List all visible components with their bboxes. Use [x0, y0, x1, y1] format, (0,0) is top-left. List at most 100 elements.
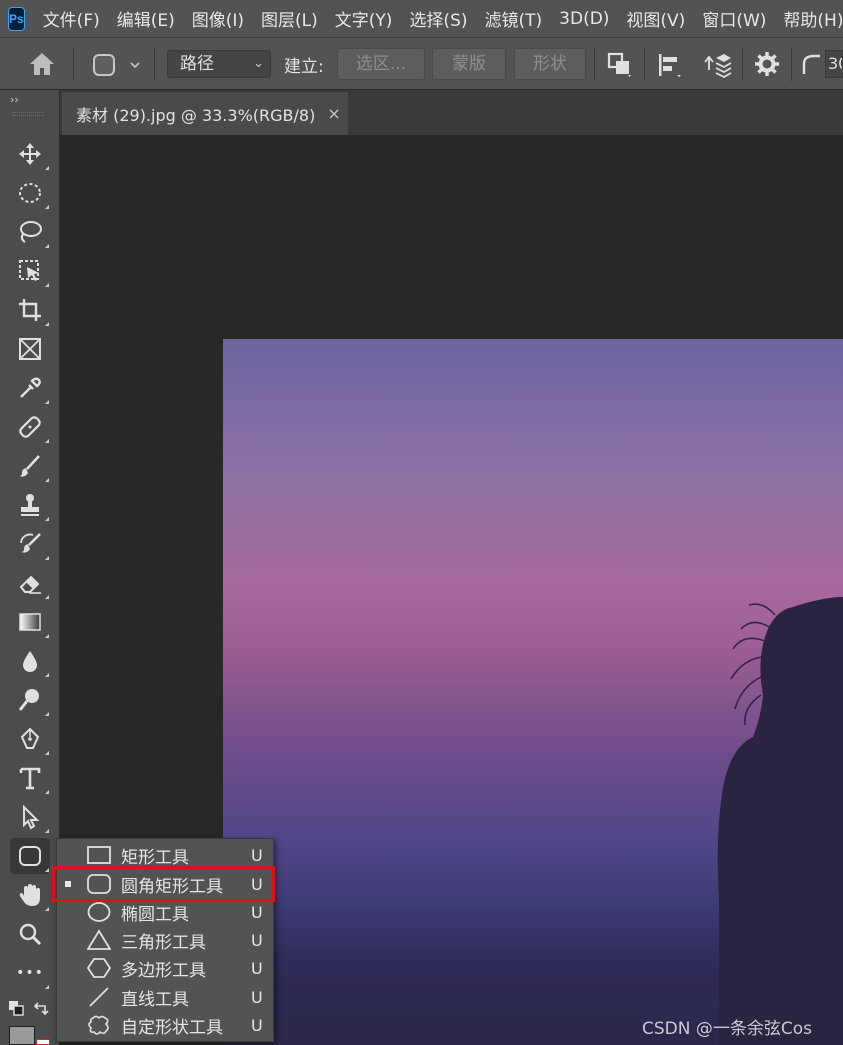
document-tab-bar: 素材 (29).jpg @ 33.3%(RGB/8) ×: [60, 90, 843, 135]
tool-mode-dropdown[interactable]: 路径 ⌄: [167, 50, 271, 78]
menu-type[interactable]: 文字(Y): [335, 6, 393, 31]
flyout-item-shortcut: U: [251, 874, 263, 894]
flyout-item-label: 椭圆工具: [121, 904, 189, 925]
separator: [644, 48, 645, 81]
flyout-item-label: 自定形状工具: [121, 1017, 223, 1038]
document-tab[interactable]: 素材 (29).jpg @ 33.3%(RGB/8) ×: [62, 92, 348, 135]
menu-layer[interactable]: 图层(L): [261, 6, 318, 31]
path-alignment-icon[interactable]: [656, 51, 684, 83]
gear-icon[interactable]: [754, 51, 780, 81]
marquee-icon: [19, 183, 41, 203]
make-label: 建立:: [284, 57, 324, 77]
path-operations-icon[interactable]: [606, 51, 634, 83]
hand-icon: [19, 884, 40, 906]
default-colors-icon[interactable]: [8, 1000, 26, 1022]
history-brush-tool[interactable]: [10, 526, 50, 562]
move-tool[interactable]: [10, 136, 50, 172]
separator: [791, 48, 792, 81]
flyout-item-triangle[interactable]: 三角形工具 U: [57, 926, 275, 954]
object-select-icon: [19, 260, 39, 281]
frame-tool[interactable]: [10, 331, 50, 367]
blur-tool[interactable]: [10, 643, 50, 679]
crop-tool[interactable]: [10, 292, 50, 328]
menu-image[interactable]: 图像(I): [192, 6, 244, 31]
flyout-item-line[interactable]: 直线工具 U: [57, 983, 275, 1011]
flyout-item-label: 矩形工具: [121, 847, 189, 868]
path-selection-tool[interactable]: [10, 799, 50, 835]
options-bar: 路径 ⌄ 建立: 选区... 蒙版 形状 30: [0, 37, 843, 90]
flyout-item-polygon[interactable]: 多边形工具 U: [57, 954, 275, 982]
type-tool[interactable]: [10, 760, 50, 796]
separator: [154, 48, 155, 81]
tool-preset-picker[interactable]: [92, 53, 142, 81]
menu-3d[interactable]: 3D(D): [559, 9, 609, 29]
shape-tool[interactable]: [10, 838, 50, 874]
dodge-tool[interactable]: [10, 682, 50, 718]
blur-icon: [23, 651, 37, 672]
lasso-icon: [20, 221, 42, 243]
pen-tool[interactable]: [10, 721, 50, 757]
flyout-item-shortcut: U: [251, 902, 263, 922]
home-icon[interactable]: [28, 51, 56, 81]
foreground-color-swatch[interactable]: [9, 1026, 35, 1045]
custom-shape-icon: [88, 1015, 109, 1035]
frame-icon: [19, 338, 41, 360]
lasso-tool[interactable]: [10, 214, 50, 250]
zoom-icon: [19, 923, 42, 946]
eyedropper-icon: [20, 377, 41, 398]
menu-window[interactable]: 窗口(W): [702, 6, 766, 31]
crop-icon: [19, 299, 41, 321]
object-selection-tool[interactable]: [10, 253, 50, 289]
flyout-item-label: 圆角矩形工具: [121, 876, 223, 897]
eyedropper-tool[interactable]: [10, 370, 50, 406]
gradient-tool[interactable]: [10, 604, 50, 640]
healing-brush-tool[interactable]: [10, 409, 50, 445]
flyout-item-rectangle[interactable]: 矩形工具 U: [57, 841, 275, 869]
separator: [594, 48, 595, 81]
path-arrangement-icon[interactable]: [702, 50, 732, 84]
menu-view[interactable]: 视图(V): [626, 6, 685, 31]
watermark: CSDN @一条余弦Cos: [642, 1019, 812, 1039]
eraser-tool[interactable]: [10, 565, 50, 601]
flyout-item-custom-shape[interactable]: 自定形状工具 U: [57, 1011, 275, 1039]
separator: [742, 48, 743, 81]
menu-file[interactable]: 文件(F): [43, 6, 100, 31]
make-mask-button[interactable]: 蒙版: [432, 48, 506, 80]
menu-help[interactable]: 帮助(H): [783, 6, 843, 31]
rectangle-icon: [87, 846, 111, 864]
clone-stamp-tool[interactable]: [10, 487, 50, 523]
document-image[interactable]: [223, 339, 843, 1045]
zoom-tool[interactable]: [10, 916, 50, 952]
brush-tool[interactable]: [10, 448, 50, 484]
corner-radius-icon: [800, 52, 822, 80]
menu-edit[interactable]: 编辑(E): [117, 6, 175, 31]
marquee-tool[interactable]: [10, 175, 50, 211]
background-color-swatch[interactable]: [36, 1039, 50, 1045]
menu-filter[interactable]: 滤镜(T): [485, 6, 543, 31]
flyout-item-label: 直线工具: [121, 989, 189, 1010]
flyout-item-rounded-rectangle[interactable]: 圆角矩形工具 U: [57, 870, 275, 898]
photoshop-window: Ps 文件(F) 编辑(E) 图像(I) 图层(L) 文字(Y) 选择(S) 滤…: [0, 0, 843, 1045]
flyout-item-ellipse[interactable]: 椭圆工具 U: [57, 898, 275, 926]
collapse-panel-icon[interactable]: ››: [10, 93, 19, 106]
history-brush-icon: [20, 533, 41, 553]
pen-icon: [20, 727, 40, 749]
rounded-rectangle-icon: [87, 874, 111, 894]
toolbox-grip[interactable]: [12, 112, 44, 116]
menu-select[interactable]: 选择(S): [409, 6, 467, 31]
flyout-item-shortcut: U: [251, 930, 263, 950]
flyout-item-shortcut: U: [251, 958, 263, 978]
close-icon[interactable]: ×: [327, 104, 340, 123]
eraser-icon: [19, 575, 41, 594]
flyout-item-shortcut: U: [251, 845, 263, 865]
dodge-icon: [18, 689, 39, 711]
rounded-rect-icon: [19, 846, 41, 866]
edit-toolbar-button[interactable]: •••: [10, 955, 50, 991]
polygon-icon: [87, 958, 111, 978]
corner-radius-input[interactable]: 30: [825, 50, 843, 78]
make-selection-button[interactable]: 选区...: [337, 48, 425, 80]
hand-tool[interactable]: [10, 877, 50, 913]
type-icon: [19, 767, 41, 790]
swap-colors-icon[interactable]: [32, 1000, 50, 1022]
make-shape-button[interactable]: 形状: [514, 48, 586, 80]
